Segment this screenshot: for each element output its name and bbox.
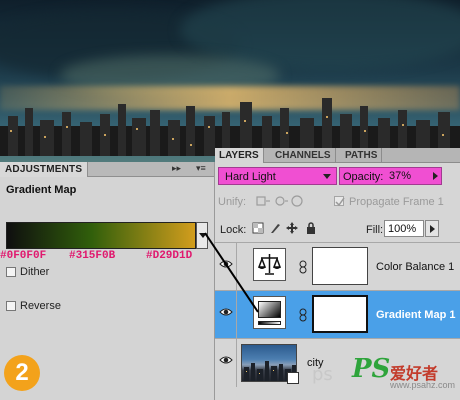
eye-icon bbox=[219, 356, 233, 364]
panel-menu-icon[interactable]: ▾≡ bbox=[196, 163, 206, 174]
watermark-brand: PS bbox=[352, 354, 391, 384]
blend-mode-value: Hard Light bbox=[225, 171, 276, 183]
reverse-checkbox[interactable] bbox=[6, 301, 16, 311]
link-chain-icon[interactable] bbox=[298, 260, 308, 274]
panel-title: Gradient Map bbox=[6, 184, 77, 196]
opacity-input[interactable]: 37% bbox=[386, 169, 426, 183]
layer-mask-thumbnail[interactable] bbox=[312, 295, 368, 333]
eye-icon bbox=[219, 308, 233, 316]
tab-adjustments[interactable]: ADJUSTMENTS bbox=[0, 162, 89, 177]
gradient-map-icon bbox=[253, 296, 286, 329]
link-chain-icon[interactable] bbox=[298, 308, 308, 322]
layers-tabbar: LAYERS CHANNELS PATHS bbox=[215, 148, 460, 163]
fill-slider-button[interactable] bbox=[425, 220, 439, 237]
layer-row-color-balance[interactable]: Color Balance 1 bbox=[215, 242, 460, 291]
dither-checkbox[interactable] bbox=[6, 267, 16, 277]
layer-row-gradient-map[interactable]: Gradient Map 1 bbox=[215, 290, 460, 339]
opacity-label: Opacity: bbox=[343, 171, 384, 183]
visibility-cell[interactable] bbox=[215, 339, 237, 387]
watermark-ps-text: ps bbox=[312, 364, 333, 385]
smart-object-badge-icon bbox=[287, 372, 299, 384]
checkmark-icon bbox=[335, 197, 345, 207]
propagate-frame-label: Propagate Frame 1 bbox=[349, 196, 444, 208]
unify-label: Unify: bbox=[218, 196, 247, 208]
chevron-down-icon bbox=[199, 233, 207, 238]
fill-arrow-icon bbox=[430, 225, 435, 233]
step-number-badge: 2 bbox=[4, 355, 40, 391]
tab-layers[interactable]: LAYERS bbox=[215, 148, 264, 163]
opacity-slider-arrow-icon[interactable] bbox=[433, 172, 438, 180]
adjustments-tabbar: ADJUSTMENTS ▸▸ ▾≡ bbox=[0, 162, 214, 177]
opacity-control: Opacity: 37% bbox=[339, 167, 442, 185]
tab-channels[interactable]: CHANNELS bbox=[271, 148, 336, 163]
visibility-cell[interactable] bbox=[215, 243, 237, 291]
collapse-icon[interactable]: ▸▸ bbox=[172, 163, 181, 174]
propagate-frame-checkbox[interactable] bbox=[334, 196, 345, 207]
unify-icons[interactable] bbox=[255, 194, 305, 208]
watermark-url: www.psahz.com bbox=[390, 380, 456, 390]
gradient-picker-dropdown[interactable] bbox=[196, 222, 208, 249]
tab-paths[interactable]: PATHS bbox=[341, 148, 383, 163]
layer-name: Gradient Map 1 bbox=[376, 309, 456, 321]
lock-label: Lock: bbox=[220, 224, 247, 236]
balance-scale-icon bbox=[253, 248, 286, 281]
visibility-cell[interactable] bbox=[215, 291, 237, 339]
gradient-preview[interactable] bbox=[6, 222, 196, 249]
blend-mode-select[interactable]: Hard Light bbox=[218, 167, 337, 185]
fill-label: Fill: bbox=[366, 224, 384, 236]
stop-label-gold: #D29D1D bbox=[146, 250, 193, 262]
reverse-label: Reverse bbox=[20, 300, 61, 312]
eye-icon bbox=[219, 260, 233, 268]
stop-label-dark: #0F0F0F bbox=[0, 250, 47, 262]
stop-label-green: #315F0B bbox=[69, 250, 116, 262]
lock-brush-icon[interactable] bbox=[269, 222, 281, 234]
lock-all-icon[interactable] bbox=[305, 222, 317, 234]
lock-move-icon[interactable] bbox=[286, 222, 298, 234]
layer-name: Color Balance 1 bbox=[376, 261, 455, 273]
chevron-down-icon bbox=[323, 174, 331, 179]
dither-label: Dither bbox=[20, 266, 50, 278]
watermark: ps PS 爱好者 www.psahz.com bbox=[302, 354, 460, 400]
fill-input[interactable]: 100% bbox=[384, 220, 424, 237]
blend-opacity-row: Hard Light Opacity: 37% bbox=[215, 164, 460, 188]
layer-mask-thumbnail[interactable] bbox=[312, 247, 368, 285]
lock-transparent-icon[interactable] bbox=[252, 222, 264, 234]
